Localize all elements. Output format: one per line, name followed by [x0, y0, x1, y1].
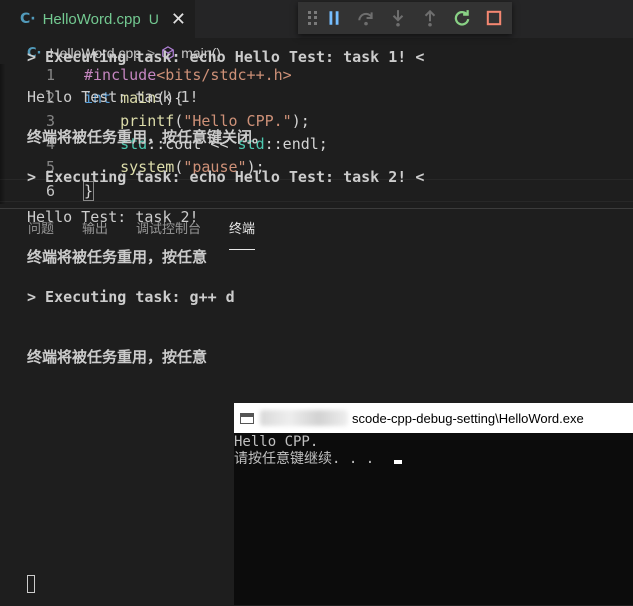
- terminal-line: Hello Test: task 1!: [27, 88, 199, 106]
- code-token: <bits/stdc++.h>: [156, 66, 292, 84]
- terminal-line: > Executing task: g++ d: [27, 288, 235, 306]
- terminal-line: > Executing task: echo Hello Test: task …: [27, 48, 425, 66]
- stop-button[interactable]: [478, 2, 510, 34]
- step-into-button[interactable]: [382, 2, 414, 34]
- close-tab-icon[interactable]: ✕: [171, 9, 186, 30]
- console-window[interactable]: scode-cpp-debug-setting\HelloWord.exe He…: [234, 403, 633, 605]
- console-line: 请按任意键继续. . .: [234, 451, 375, 467]
- step-into-icon: [392, 10, 404, 27]
- pause-icon: [329, 11, 339, 25]
- console-title-bar[interactable]: scode-cpp-debug-setting\HelloWord.exe: [234, 403, 633, 433]
- code-token: );: [291, 112, 310, 130]
- tab-filename: HelloWord.cpp: [42, 10, 141, 28]
- terminal-line: 终端将被任务重用，按任意键关闭。: [27, 128, 268, 146]
- code-line[interactable]: 1 #include<bits/stdc++.h>: [0, 64, 633, 87]
- terminal-line: 终端将被任务重用，按任意: [27, 248, 208, 266]
- step-out-button[interactable]: [414, 2, 446, 34]
- terminal-line: 终端将被任务重用，按任意: [27, 348, 208, 366]
- step-over-button[interactable]: [350, 2, 382, 34]
- code-token: #include: [84, 66, 157, 84]
- terminal-line: > Executing task: echo Hello Test: task …: [27, 168, 425, 186]
- code-token: ::endl;: [264, 135, 328, 153]
- terminal-cursor: [27, 575, 35, 593]
- drag-handle-icon[interactable]: [308, 11, 318, 25]
- console-title: scode-cpp-debug-setting\HelloWord.exe: [352, 410, 584, 426]
- restart-button[interactable]: [446, 2, 478, 34]
- tab-untracked-badge: U: [148, 11, 159, 27]
- step-over-icon: [358, 12, 373, 26]
- debug-toolbar: [298, 2, 512, 34]
- console-app-icon: [240, 412, 254, 424]
- restart-icon: [454, 10, 470, 26]
- line-number: 1: [45, 66, 55, 84]
- editor-tab-helloword[interactable]: C· HelloWord.cpp U ✕: [0, 0, 195, 38]
- terminal-line: Hello Test: task 2!: [27, 208, 199, 226]
- stop-icon: [486, 10, 502, 26]
- console-cursor: [394, 460, 402, 464]
- redacted-path: [260, 410, 348, 426]
- step-out-icon: [424, 9, 436, 27]
- cpp-file-icon: C·: [20, 11, 36, 27]
- tab-terminal[interactable]: 终端: [229, 209, 256, 251]
- console-line: Hello CPP.: [234, 434, 319, 450]
- pause-button[interactable]: [318, 2, 350, 34]
- code-text: #include<bits/stdc++.h>: [84, 64, 292, 87]
- editor-scroll-shadow: [0, 64, 6, 204]
